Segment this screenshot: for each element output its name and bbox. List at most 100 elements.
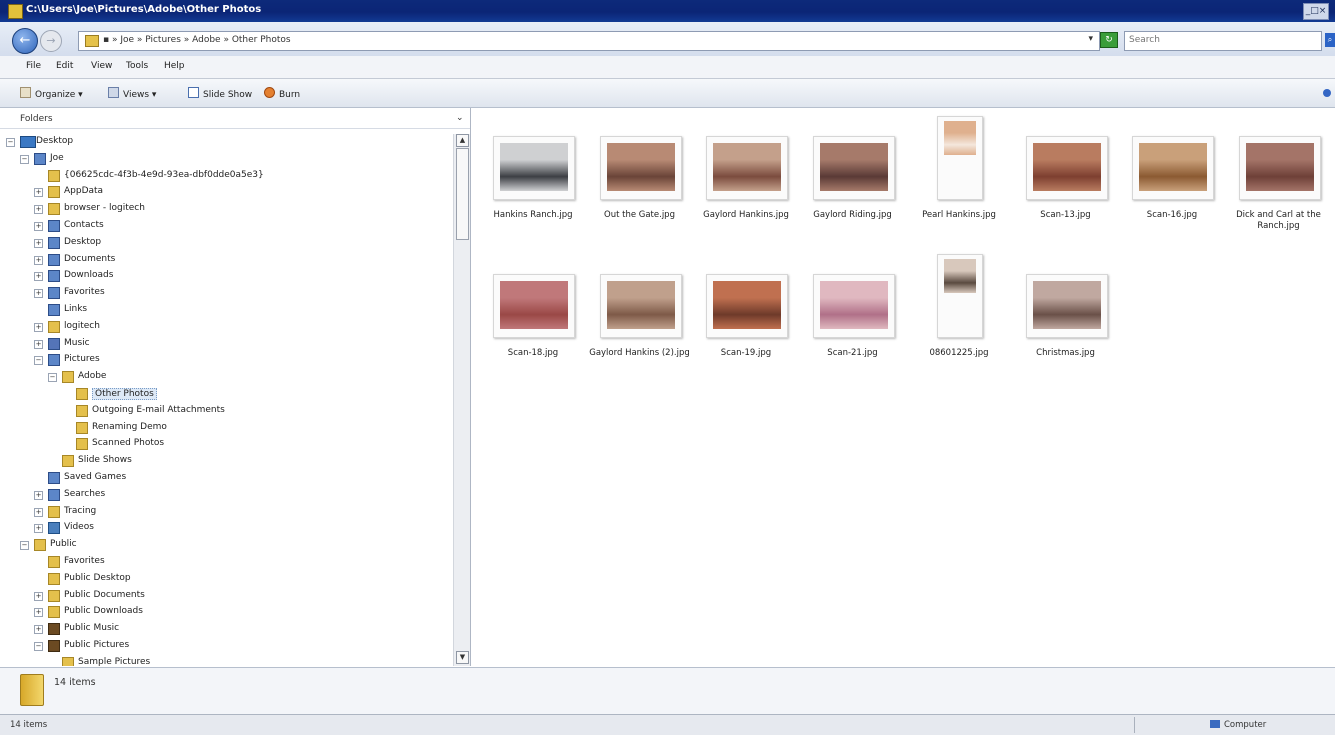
- tree-item[interactable]: Other Photos: [0, 386, 452, 403]
- file-item[interactable]: Scan-19.jpg: [692, 254, 800, 382]
- file-item[interactable]: Scan-13.jpg: [1012, 116, 1120, 244]
- menu-file[interactable]: File: [26, 61, 41, 71]
- scroll-thumb[interactable]: [456, 148, 469, 240]
- tree-item[interactable]: Sample Pictures: [0, 655, 452, 666]
- expand-icon[interactable]: +: [34, 221, 43, 231]
- breadcrumb[interactable]: ▪ » Joe » Pictures » Adobe » Other Photo…: [103, 35, 291, 45]
- tree-item[interactable]: Public Desktop: [0, 571, 452, 588]
- chevron-down-icon[interactable]: ⌄: [456, 113, 464, 123]
- file-item[interactable]: Gaylord Riding.jpg: [799, 116, 907, 244]
- scroll-down-icon[interactable]: ▼: [456, 651, 469, 664]
- tree-item[interactable]: − Public: [0, 537, 452, 554]
- burn-button[interactable]: Burn: [264, 87, 300, 100]
- scroll-up-icon[interactable]: ▲: [456, 134, 469, 147]
- file-item[interactable]: Hankins Ranch.jpg: [479, 116, 587, 244]
- tree-item[interactable]: + Public Music: [0, 621, 452, 638]
- refresh-icon[interactable]: ↻: [1100, 32, 1118, 48]
- tree-item[interactable]: − Desktop: [0, 134, 452, 151]
- tree-item[interactable]: − Public Pictures: [0, 638, 452, 655]
- file-item[interactable]: Dick and Carl at the Ranch.jpg: [1225, 116, 1333, 244]
- collapse-icon[interactable]: −: [20, 541, 29, 551]
- expand-icon[interactable]: +: [34, 625, 43, 635]
- address-bar[interactable]: ▪ » Joe » Pictures » Adobe » Other Photo…: [78, 31, 1100, 51]
- tree-item[interactable]: + Music: [0, 336, 452, 353]
- search-box[interactable]: ⌕: [1124, 31, 1335, 51]
- tree-item[interactable]: + Videos: [0, 520, 452, 537]
- search-icon[interactable]: ⌕: [1325, 33, 1335, 47]
- slideshow-button[interactable]: Slide Show: [188, 87, 252, 100]
- collapse-icon[interactable]: −: [20, 154, 29, 164]
- expand-icon[interactable]: +: [34, 507, 43, 517]
- folders-header[interactable]: Folders ⌄: [0, 108, 470, 129]
- views-button[interactable]: Views ▾: [108, 87, 156, 100]
- expand-icon[interactable]: +: [34, 188, 43, 198]
- tree-item[interactable]: + AppData: [0, 184, 452, 201]
- menu-edit[interactable]: Edit: [56, 61, 73, 71]
- tree-item[interactable]: Outgoing E-mail Attachments: [0, 403, 452, 420]
- folder-folder-icon: [48, 572, 60, 585]
- address-dropdown[interactable]: ▾: [1088, 34, 1093, 44]
- file-item[interactable]: Out the Gate.jpg: [586, 116, 694, 244]
- tree-item[interactable]: Renaming Demo: [0, 420, 452, 437]
- folders-label: Folders: [20, 114, 53, 124]
- expand-icon[interactable]: +: [34, 339, 43, 349]
- menu-tools[interactable]: Tools: [126, 61, 148, 71]
- forward-arrow-icon[interactable]: →: [40, 30, 62, 52]
- file-item[interactable]: Gaylord Hankins.jpg: [692, 116, 800, 244]
- organize-icon: [20, 87, 31, 98]
- tree-item[interactable]: + browser - logitech: [0, 201, 452, 218]
- photo-thumbnail: [944, 121, 976, 155]
- search-input[interactable]: [1125, 32, 1303, 48]
- tree-item[interactable]: Saved Games: [0, 470, 452, 487]
- help-icon[interactable]: [1323, 89, 1331, 97]
- expand-icon[interactable]: +: [34, 272, 43, 282]
- tree-item[interactable]: + Public Downloads: [0, 604, 452, 621]
- collapse-icon[interactable]: −: [34, 641, 43, 651]
- organize-button[interactable]: Organize ▾: [20, 87, 83, 100]
- tree-item[interactable]: + Documents: [0, 252, 452, 269]
- menu-help[interactable]: Help: [164, 61, 185, 71]
- file-thumbnail: [599, 136, 682, 200]
- file-item[interactable]: Pearl Hankins.jpg: [905, 116, 1013, 244]
- tree-item[interactable]: Links: [0, 302, 452, 319]
- tree-item[interactable]: − Adobe: [0, 369, 452, 386]
- menu-view[interactable]: View: [91, 61, 112, 71]
- tree-item[interactable]: Favorites: [0, 554, 452, 571]
- tree-item[interactable]: {06625cdc-4f3b-4e9d-93ea-dbf0dde0a5e3}: [0, 168, 452, 185]
- tree-item[interactable]: − Pictures: [0, 352, 452, 369]
- expand-icon[interactable]: +: [34, 524, 43, 534]
- expand-icon[interactable]: +: [34, 238, 43, 248]
- tree-item[interactable]: Slide Shows: [0, 453, 452, 470]
- file-item[interactable]: Christmas.jpg: [1012, 254, 1120, 382]
- tree-item[interactable]: − Joe: [0, 151, 452, 168]
- expand-icon[interactable]: +: [34, 591, 43, 601]
- tree-item[interactable]: + logitech: [0, 319, 452, 336]
- file-item[interactable]: Scan-21.jpg: [799, 254, 907, 382]
- collapse-icon[interactable]: −: [6, 138, 15, 147]
- tree-item[interactable]: + Searches: [0, 487, 452, 504]
- file-thumbnail: [599, 274, 682, 338]
- file-item[interactable]: 08601225.jpg: [905, 254, 1013, 382]
- tree-item[interactable]: + Tracing: [0, 504, 452, 521]
- tree-item[interactable]: Scanned Photos: [0, 436, 452, 453]
- tree-scrollbar[interactable]: ▲ ▼: [453, 134, 470, 666]
- collapse-icon[interactable]: −: [48, 373, 57, 383]
- expand-icon[interactable]: +: [34, 322, 43, 332]
- expand-icon[interactable]: +: [34, 490, 43, 500]
- collapse-icon[interactable]: −: [34, 356, 43, 366]
- file-item[interactable]: Scan-16.jpg: [1118, 116, 1226, 244]
- tree-item[interactable]: + Favorites: [0, 285, 452, 302]
- file-item[interactable]: Scan-18.jpg: [479, 254, 587, 382]
- tree-item[interactable]: + Downloads: [0, 268, 452, 285]
- expand-icon[interactable]: +: [34, 289, 43, 299]
- tree-item[interactable]: + Contacts: [0, 218, 452, 235]
- expand-icon[interactable]: +: [34, 255, 43, 265]
- tree-item[interactable]: + Public Documents: [0, 588, 452, 605]
- special-folder-icon: [48, 488, 60, 501]
- expand-icon[interactable]: +: [34, 608, 43, 618]
- back-arrow-icon[interactable]: ←: [12, 28, 38, 54]
- expand-icon[interactable]: +: [34, 205, 43, 215]
- file-item[interactable]: Gaylord Hankins (2).jpg: [586, 254, 694, 382]
- tree-item[interactable]: + Desktop: [0, 235, 452, 252]
- window-controls[interactable]: _□×: [1303, 3, 1329, 20]
